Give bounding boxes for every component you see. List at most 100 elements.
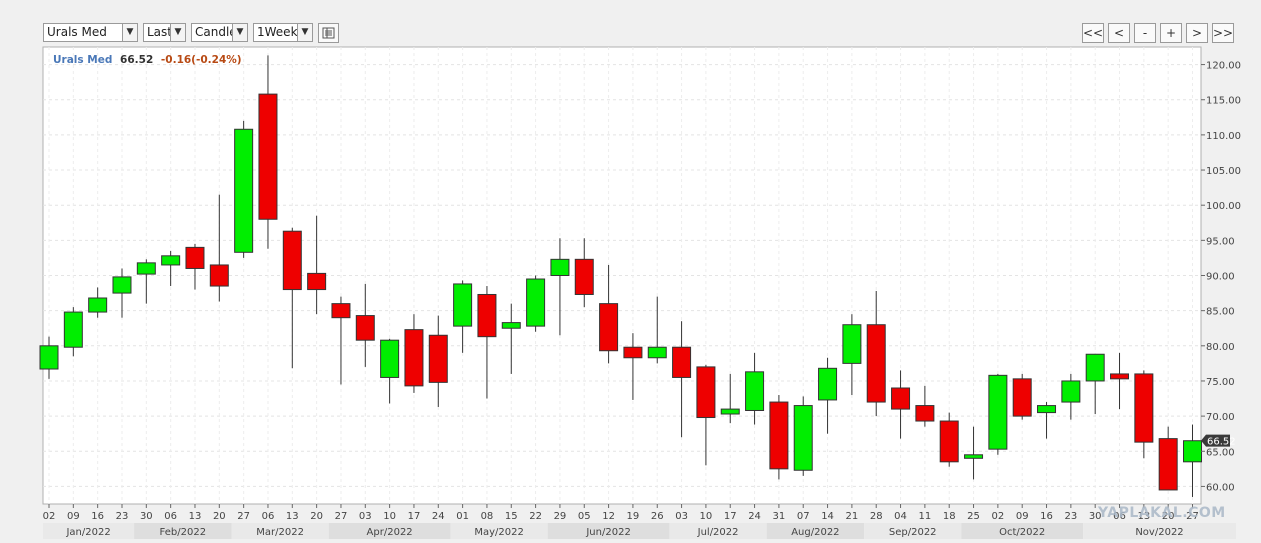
x-tick-label: 09 <box>67 511 80 522</box>
y-tick-label: 115.00 <box>1206 96 1241 107</box>
month-label: May/2022 <box>474 527 524 538</box>
candle-body <box>136 262 156 275</box>
candle-body <box>550 258 570 276</box>
candle-body <box>818 367 838 401</box>
candle-body <box>915 405 935 422</box>
candle-body <box>842 324 862 364</box>
x-tick-label: 14 <box>821 511 834 522</box>
y-tick-label: 70.00 <box>1206 412 1235 423</box>
candle-body <box>404 329 424 387</box>
candle-body <box>988 374 1008 450</box>
candle-body <box>769 401 789 470</box>
legend-change: -0.16(-0.24%) <box>161 54 242 66</box>
candle-body <box>623 346 643 359</box>
candle-body <box>112 276 132 294</box>
legend: Urals Med 66.52 -0.16(-0.24%) <box>53 54 242 66</box>
x-tick-label: 17 <box>408 511 421 522</box>
x-tick-label: 22 <box>529 511 542 522</box>
x-tick-label: 24 <box>432 511 445 522</box>
x-tick-label: 03 <box>359 511 372 522</box>
x-axis: 02 09 16 23 30 06 13 20 27 06 13 20 27 03 10 17 24 01 08 15… <box>43 504 1199 522</box>
candle-body <box>1134 373 1154 443</box>
month-label: Sep/2022 <box>889 527 937 538</box>
candle-body <box>428 334 448 383</box>
candle-body <box>1061 380 1081 403</box>
month-label: Oct/2022 <box>999 527 1045 538</box>
x-tick-label: 29 <box>554 511 567 522</box>
x-tick-label: 16 <box>91 511 104 522</box>
candlestick-chart[interactable]: 60.00 65.00 70.00 75.00 80.00 85.00 90.00 95.00… <box>0 0 1261 543</box>
candle-body <box>39 345 59 370</box>
candle-body <box>88 297 108 313</box>
candle-body <box>234 128 254 253</box>
candle-body <box>63 311 83 348</box>
x-tick-label: 07 <box>797 511 810 522</box>
candle-body <box>1110 373 1130 380</box>
candle-body <box>1085 353 1105 382</box>
y-tick-label: 100.00 <box>1206 201 1241 212</box>
x-tick-label: 30 <box>140 511 153 522</box>
month-label: Aug/2022 <box>791 527 839 538</box>
candle-body <box>526 278 546 327</box>
x-tick-label: 09 <box>1016 511 1029 522</box>
x-tick-label: 26 <box>651 511 664 522</box>
y-tick-label: 110.00 <box>1206 131 1241 142</box>
month-axis: Jan/2022 Feb/2022 Mar/2022 Apr/2022 May/2022… <box>43 523 1236 539</box>
candle-body <box>745 371 765 411</box>
x-tick-label: 21 <box>846 511 859 522</box>
x-tick-label: 05 <box>578 511 591 522</box>
x-tick-label: 13 <box>189 511 202 522</box>
candle-body <box>696 366 716 419</box>
x-tick-label: 27 <box>335 511 348 522</box>
candle-body <box>501 322 521 329</box>
month-label: Apr/2022 <box>367 527 413 538</box>
x-tick-label: 27 <box>237 511 250 522</box>
x-tick-label: 03 <box>675 511 688 522</box>
candle-body <box>599 303 619 352</box>
candle-body <box>307 272 327 291</box>
x-tick-label: 24 <box>748 511 761 522</box>
candle-body <box>282 230 302 291</box>
x-tick-label: 23 <box>116 511 129 522</box>
y-tick-label: 75.00 <box>1206 377 1235 388</box>
y-tick-label: 90.00 <box>1206 272 1235 283</box>
x-tick-label: 31 <box>773 511 786 522</box>
y-tick-label: 120.00 <box>1206 61 1241 72</box>
candle-body <box>672 346 692 378</box>
watermark: YAPLAKAL.COM <box>1098 505 1226 521</box>
candle-body <box>453 283 473 327</box>
month-label: Feb/2022 <box>160 527 207 538</box>
x-tick-label: 10 <box>700 511 713 522</box>
candle-body <box>891 387 911 410</box>
x-tick-label: 18 <box>943 511 956 522</box>
x-tick-label: 17 <box>724 511 737 522</box>
month-label: Jan/2022 <box>65 527 110 538</box>
month-label: Jun/2022 <box>585 527 630 538</box>
y-tick-label: 65.00 <box>1206 447 1235 458</box>
x-tick-label: 10 <box>383 511 396 522</box>
x-tick-label: 20 <box>310 511 323 522</box>
last-price-tag: 66.52 <box>1201 434 1236 448</box>
candle-body <box>355 315 375 341</box>
x-tick-label: 11 <box>919 511 932 522</box>
x-tick-label: 02 <box>992 511 1005 522</box>
candle-body <box>939 420 959 463</box>
x-tick-label: 16 <box>1040 511 1053 522</box>
last-price-tag-label: 66.52 <box>1207 437 1236 448</box>
candle-body <box>185 246 205 269</box>
y-tick-label: 80.00 <box>1206 342 1235 353</box>
month-label: Jul/2022 <box>697 527 739 538</box>
candle-body <box>477 293 497 338</box>
x-tick-label: 06 <box>164 511 177 522</box>
candle-body <box>866 324 886 403</box>
candle-body <box>1037 405 1057 414</box>
month-label: Nov/2022 <box>1135 527 1183 538</box>
legend-symbol: Urals Med <box>53 54 112 66</box>
x-tick-label: 12 <box>602 511 615 522</box>
candle-body <box>1158 438 1178 491</box>
x-tick-label: 15 <box>505 511 518 522</box>
candle-body <box>258 93 278 220</box>
x-tick-label: 01 <box>456 511 469 522</box>
x-tick-label: 25 <box>967 511 980 522</box>
x-tick-label: 02 <box>43 511 56 522</box>
